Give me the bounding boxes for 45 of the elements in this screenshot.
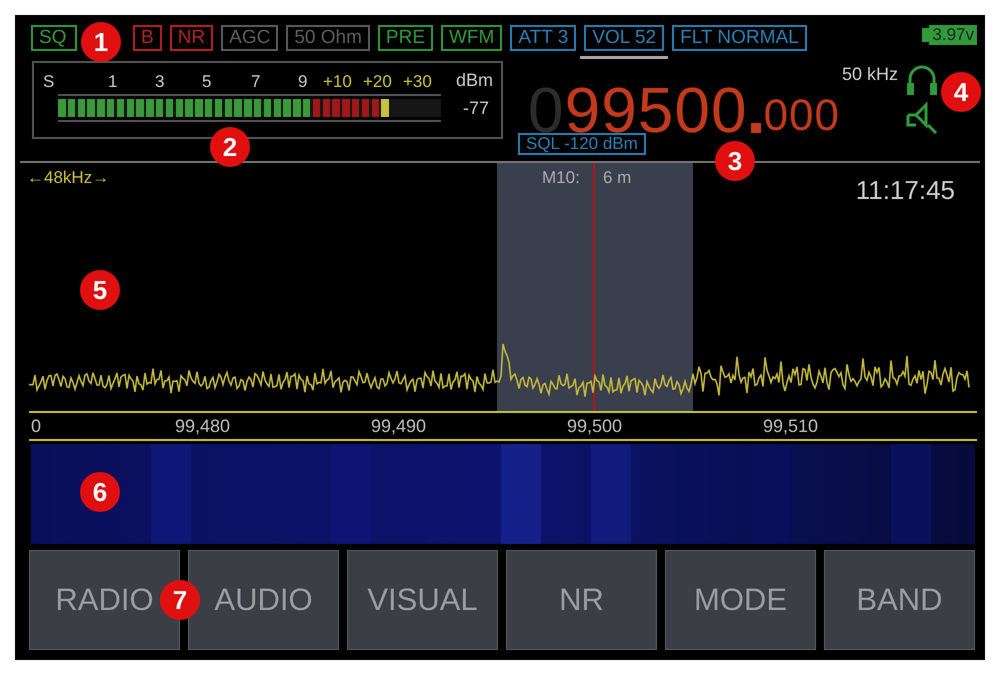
menu-button[interactable]: BAND xyxy=(824,550,975,650)
status-badge[interactable]: WFM xyxy=(441,25,502,51)
scale-label: 9 xyxy=(298,70,308,92)
scale-label: +10 xyxy=(323,70,352,92)
battery-tip-icon xyxy=(922,28,930,42)
scale-label: 7 xyxy=(251,70,260,92)
scale-label: 5 xyxy=(202,70,212,92)
axis-label: 99,510 xyxy=(763,415,818,438)
status-badge[interactable]: AGC xyxy=(221,25,278,51)
frequency-decimals: 000 xyxy=(764,91,840,141)
callout-marker: 5 xyxy=(80,270,120,310)
marker-value: 6 m xyxy=(603,167,632,189)
menu-button[interactable]: VISUAL xyxy=(347,550,498,650)
status-badge[interactable]: B xyxy=(133,25,162,51)
status-badge[interactable]: ATT 3 xyxy=(510,25,576,51)
callout-marker: 2 xyxy=(210,127,250,167)
scale-label: S xyxy=(43,70,54,92)
decimal-point xyxy=(750,123,761,133)
axis-label: 0 xyxy=(31,415,42,438)
callout-marker: 3 xyxy=(715,141,755,181)
callout-marker: 1 xyxy=(81,22,121,62)
status-badge[interactable]: SQ xyxy=(31,25,77,51)
menu-button[interactable]: AUDIO xyxy=(188,550,339,650)
menu-button[interactable]: NR xyxy=(506,550,657,650)
scale-label: +20 xyxy=(363,70,392,92)
callout-marker: 4 xyxy=(941,72,981,112)
axis-label: 99,500 xyxy=(567,415,622,438)
unit-label: dBm xyxy=(456,69,493,92)
menu-button[interactable]: MODE xyxy=(665,550,816,650)
marker-label: M10: xyxy=(542,167,580,189)
clock-time: 11:17:45 xyxy=(856,174,955,207)
axis-label: 99,490 xyxy=(371,415,426,438)
battery-reading: 3.97v xyxy=(929,25,977,45)
scale-label: +30 xyxy=(403,70,432,92)
span-label: ←48kHz→ xyxy=(27,167,110,189)
axis-label: 99,480 xyxy=(175,415,230,438)
status-badge[interactable]: NR xyxy=(170,25,214,51)
status-badge[interactable]: FLT NORMAL xyxy=(672,25,807,51)
scale-label: 1 xyxy=(108,70,118,92)
step-label: 50 kHz xyxy=(840,65,899,83)
signal-reading: -77 xyxy=(462,96,489,120)
status-badge[interactable]: VOL 52 xyxy=(584,25,664,51)
scale-label: 3 xyxy=(155,70,164,92)
status-badge[interactable]: PRE xyxy=(378,25,433,51)
status-badge[interactable]: 50 Ohm xyxy=(286,25,370,51)
